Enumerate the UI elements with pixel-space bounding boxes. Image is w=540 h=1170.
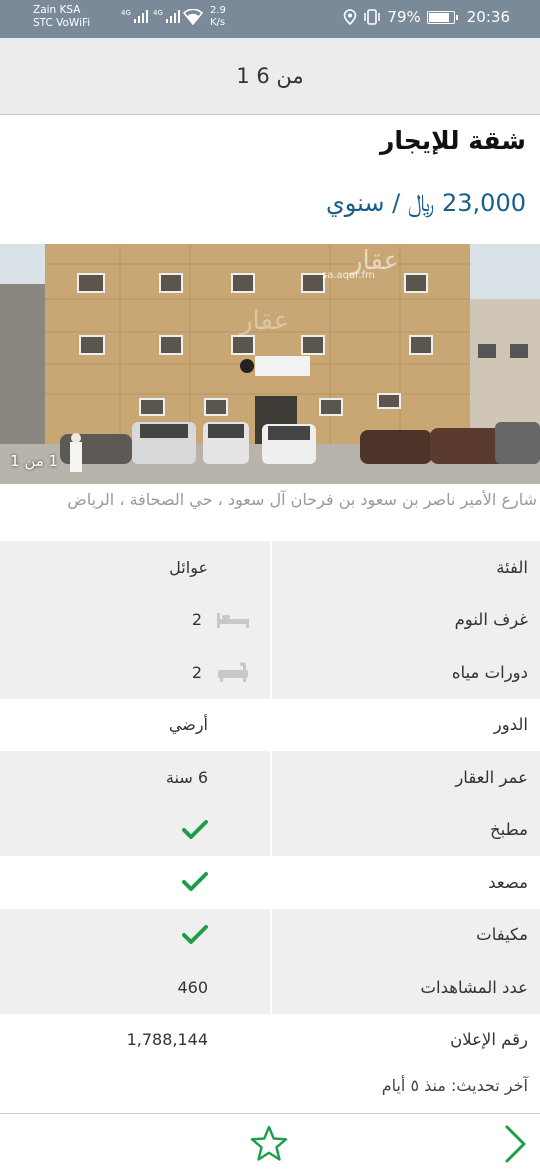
watermark-logo-center: عقار bbox=[238, 306, 289, 336]
detail-row-category: الفئة عوائل bbox=[0, 541, 540, 594]
battery-percent: 79% bbox=[387, 8, 421, 26]
detail-row-views: عدد المشاهدات 460 bbox=[0, 961, 540, 1014]
chevron-right-icon bbox=[505, 1125, 526, 1163]
detail-label: رقم الإعلان bbox=[450, 1030, 528, 1050]
detail-label: غرف النوم bbox=[270, 593, 540, 646]
status-right: 79% 20:36 bbox=[343, 8, 510, 26]
detail-label: دورات مياه bbox=[270, 646, 540, 699]
status-bar: Zain KSA STC VoWiFi 4G 4G 2.9 K/s 79% 20… bbox=[0, 0, 540, 38]
listing-title: شقة للإيجار bbox=[380, 126, 526, 155]
detail-value: 2 bbox=[191, 610, 202, 630]
photo-counter: 1 من 1 bbox=[10, 452, 59, 470]
battery-icon bbox=[426, 10, 458, 24]
details-table: الفئة عوائل غرف النوم 2 دورات مياه 2 الد… bbox=[0, 541, 540, 1066]
detail-row-ad-number: رقم الإعلان 1,788,144 bbox=[0, 1014, 540, 1067]
carrier-1: Zain KSA bbox=[33, 4, 81, 16]
address: شارع الأمير ناصر بن سعود بن فرحان آل سعو… bbox=[67, 490, 537, 509]
detail-value: 6 سنة bbox=[165, 767, 208, 787]
vibrate-icon bbox=[364, 9, 381, 25]
detail-label: عمر العقار bbox=[270, 751, 540, 804]
listing-photo[interactable]: عقار sa.aqar.fm عقار bbox=[0, 244, 540, 484]
detail-value: عوائل bbox=[169, 557, 208, 577]
detail-label: مصعد bbox=[488, 872, 528, 892]
signal-1-icon: 4G bbox=[121, 9, 149, 23]
last-update: آخر تحديث: منذ ٥ أيام bbox=[381, 1076, 528, 1095]
network-type-1: 4G bbox=[121, 9, 131, 17]
wifi-icon bbox=[183, 9, 203, 25]
watermark-url: sa.aqar.fm bbox=[322, 270, 375, 281]
location-icon bbox=[344, 9, 357, 25]
check-icon bbox=[182, 819, 208, 839]
detail-label: الدور bbox=[493, 715, 528, 735]
listing-price: 23,000 ﷼ / سنوي bbox=[325, 189, 526, 217]
detail-row-kitchen: مطبخ bbox=[0, 803, 540, 856]
check-icon bbox=[182, 924, 208, 944]
star-icon bbox=[250, 1125, 288, 1161]
network-type-2: 4G bbox=[153, 9, 163, 17]
detail-row-bathrooms: دورات مياه 2 bbox=[0, 646, 540, 699]
next-listing-button[interactable] bbox=[498, 1122, 532, 1166]
detail-label: عدد المشاهدات bbox=[270, 961, 540, 1014]
signal-2-icon: 4G bbox=[153, 9, 181, 23]
bed-icon bbox=[217, 612, 249, 628]
detail-row-ac: مكيفات bbox=[0, 908, 540, 961]
clock: 20:36 bbox=[466, 8, 510, 26]
check-icon bbox=[182, 872, 208, 892]
speed-value: 2.9 bbox=[210, 5, 226, 16]
page-header: 1 من 6 bbox=[0, 38, 540, 115]
bathtub-icon bbox=[218, 662, 248, 683]
detail-label: مكيفات bbox=[270, 908, 540, 961]
detail-label: الفئة bbox=[270, 541, 540, 594]
detail-value: 1,788,144 bbox=[126, 1030, 208, 1050]
carrier-info: Zain KSA STC VoWiFi bbox=[33, 4, 90, 30]
carrier-2: STC VoWiFi bbox=[33, 17, 91, 29]
favorite-button[interactable] bbox=[249, 1124, 289, 1164]
network-speed: 2.9 K/s bbox=[210, 5, 226, 29]
detail-row-elevator: مصعد bbox=[0, 856, 540, 909]
speed-unit: K/s bbox=[210, 17, 226, 28]
bottom-bar bbox=[0, 1113, 540, 1170]
detail-row-age: عمر العقار 6 سنة bbox=[0, 751, 540, 804]
page-indicator: 1 من 6 bbox=[236, 64, 304, 88]
detail-value: 2 bbox=[191, 662, 202, 682]
detail-value: 460 bbox=[177, 977, 208, 997]
detail-row-floor: الدور أرضي bbox=[0, 699, 540, 752]
detail-label: مطبخ bbox=[270, 803, 540, 856]
detail-value: أرضي bbox=[168, 715, 208, 735]
detail-row-bedrooms: غرف النوم 2 bbox=[0, 593, 540, 646]
